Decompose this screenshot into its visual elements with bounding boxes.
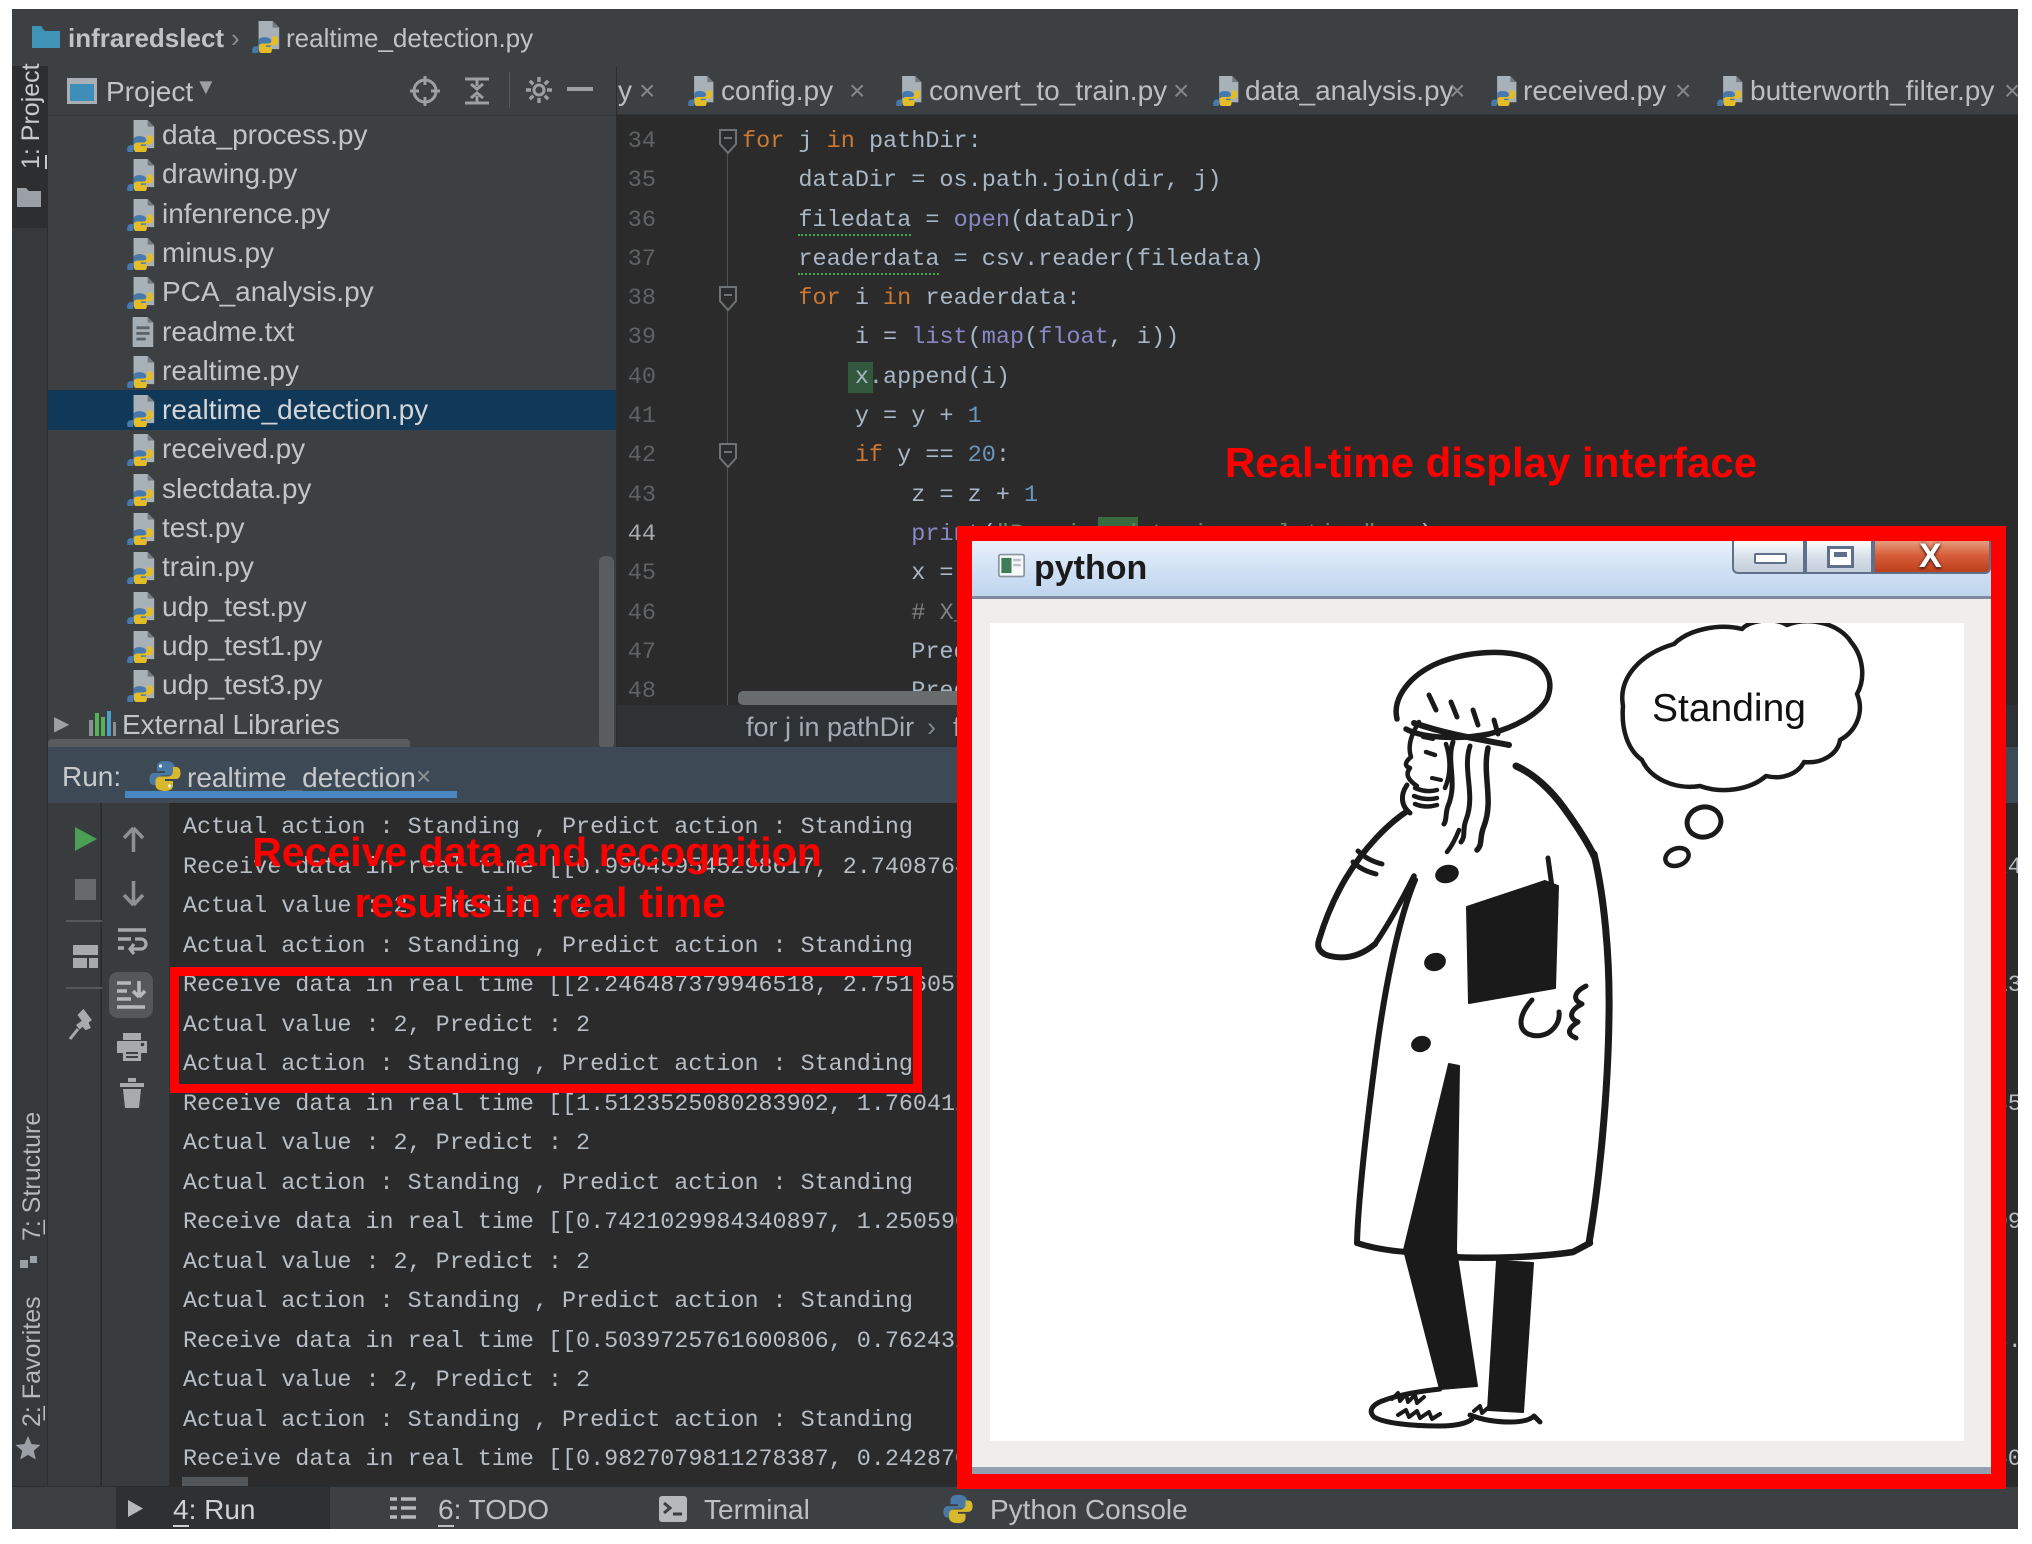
- svg-text:Standing: Standing: [1652, 687, 1806, 730]
